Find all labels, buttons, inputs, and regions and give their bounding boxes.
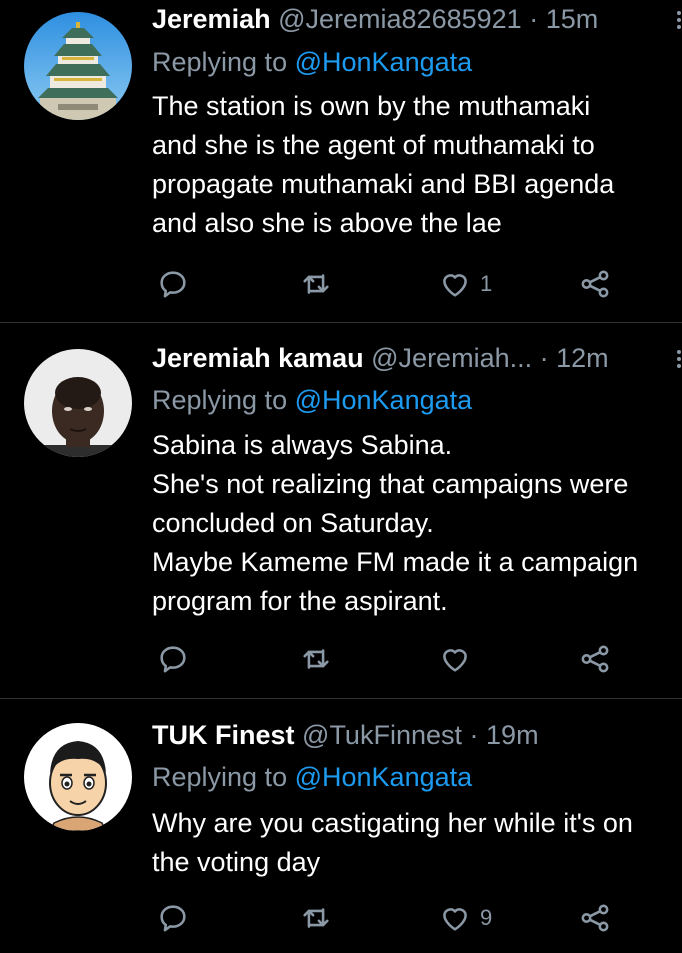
avatar-man[interactable] bbox=[24, 349, 132, 457]
tweet-line: and also she is above the lae bbox=[152, 208, 502, 238]
heart-icon bbox=[443, 649, 467, 672]
reply-button[interactable] bbox=[156, 641, 190, 677]
retweet-button[interactable] bbox=[299, 641, 333, 677]
replying-to: Replying to @HonKangata bbox=[152, 383, 472, 417]
retweet-button[interactable] bbox=[299, 266, 333, 302]
reply-button[interactable] bbox=[156, 266, 190, 302]
retweet-icon bbox=[303, 649, 329, 669]
tweet-line: Sabina is always Sabina. bbox=[152, 430, 453, 460]
display-name[interactable]: TUK Finest bbox=[152, 720, 295, 750]
share-icon bbox=[581, 270, 609, 298]
tweet-line: The station is own by the muthamaki bbox=[152, 91, 591, 121]
mention-link[interactable]: @HonKangata bbox=[295, 762, 473, 792]
replying-prefix: Replying to bbox=[152, 47, 288, 77]
tweet-line: and she is the agent of muthamaki to bbox=[152, 130, 595, 160]
tweet-line: the voting day bbox=[152, 847, 321, 877]
share-icon bbox=[581, 904, 609, 932]
tweet-line: propagate muthamaki and BBI agenda bbox=[152, 169, 615, 199]
like-button[interactable]: 9 bbox=[438, 900, 492, 936]
reply-icon bbox=[160, 646, 186, 673]
timestamp[interactable]: 12m bbox=[556, 343, 609, 373]
tweet[interactable]: Jeremiah @Jeremia82685921 · 15m Replying… bbox=[0, 0, 682, 322]
tweet[interactable]: TUK Finest @TukFinnest · 19m Replying to… bbox=[0, 699, 682, 953]
reply-button[interactable] bbox=[156, 900, 190, 936]
share-button[interactable] bbox=[578, 266, 612, 302]
user-handle[interactable]: @Jeremia82685921 bbox=[278, 4, 522, 34]
replying-prefix: Replying to bbox=[152, 385, 288, 415]
timestamp[interactable]: 19m bbox=[486, 720, 539, 750]
tweet-actions bbox=[152, 641, 632, 677]
more-icon[interactable] bbox=[674, 347, 682, 377]
tweet-line: Why are you castigating her while it's o… bbox=[152, 808, 633, 838]
tweet-line: concluded on Saturday. bbox=[152, 508, 434, 538]
tweet[interactable]: Jeremiah kamau @Jeremiah... · 12m Replyi… bbox=[0, 323, 682, 698]
user-handle[interactable]: @TukFinnest bbox=[302, 720, 462, 750]
tweet-header: Jeremiah kamau @Jeremiah... · 12m bbox=[152, 341, 682, 375]
tweet-text: The station is own by the muthamaki and … bbox=[152, 87, 682, 243]
like-button[interactable]: 1 bbox=[438, 266, 492, 302]
mention-link[interactable]: @HonKangata bbox=[295, 385, 473, 415]
like-count: 1 bbox=[480, 271, 493, 296]
replying-to: Replying to @HonKangata bbox=[152, 760, 472, 794]
heart-icon bbox=[443, 908, 467, 931]
replying-to: Replying to @HonKangata bbox=[152, 45, 472, 79]
reply-icon bbox=[160, 271, 186, 298]
tweet-actions: 1 bbox=[152, 266, 632, 302]
user-handle[interactable]: @Jeremiah... bbox=[371, 343, 532, 373]
separator: · bbox=[529, 4, 539, 34]
retweet-button[interactable] bbox=[299, 900, 333, 936]
tweet-text: Why are you castigating her while it's o… bbox=[152, 804, 682, 882]
retweet-icon bbox=[303, 274, 329, 294]
separator: · bbox=[539, 343, 549, 373]
avatar-castle[interactable] bbox=[24, 12, 132, 120]
tweet-line: program for the aspirant. bbox=[152, 586, 448, 616]
like-button[interactable] bbox=[438, 641, 480, 677]
timestamp[interactable]: 15m bbox=[546, 4, 599, 34]
tweet-line: Maybe Kameme FM made it a campaign bbox=[152, 547, 639, 577]
retweet-icon bbox=[303, 908, 329, 928]
replying-prefix: Replying to bbox=[152, 762, 288, 792]
heart-icon bbox=[443, 274, 467, 297]
separator: · bbox=[469, 720, 479, 750]
tweet-text: Sabina is always Sabina. She's not reali… bbox=[152, 426, 682, 621]
tweet-header: TUK Finest @TukFinnest · 19m bbox=[152, 718, 682, 752]
avatar-cartoon[interactable] bbox=[24, 723, 132, 831]
display-name[interactable]: Jeremiah bbox=[152, 4, 271, 34]
tweet-line: She's not realizing that campaigns were bbox=[152, 469, 629, 499]
tweet-actions: 9 bbox=[152, 900, 632, 936]
share-button[interactable] bbox=[578, 900, 612, 936]
like-count: 9 bbox=[480, 905, 493, 930]
share-icon bbox=[581, 645, 609, 673]
mention-link[interactable]: @HonKangata bbox=[295, 47, 473, 77]
tweet-header: Jeremiah @Jeremia82685921 · 15m bbox=[152, 2, 682, 36]
display-name[interactable]: Jeremiah kamau bbox=[152, 343, 364, 373]
more-icon[interactable] bbox=[674, 8, 682, 38]
reply-icon bbox=[160, 905, 186, 932]
share-button[interactable] bbox=[578, 641, 612, 677]
